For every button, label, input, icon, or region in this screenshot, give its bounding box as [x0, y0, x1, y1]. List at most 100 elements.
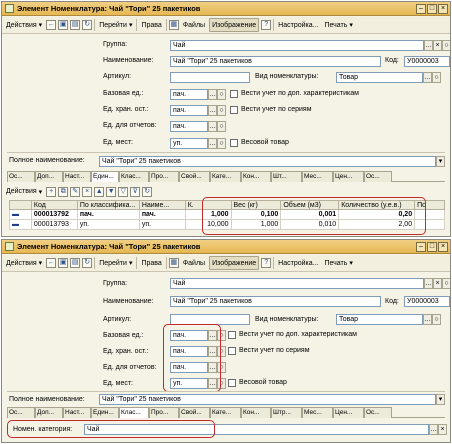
select-button[interactable]: … [423, 72, 432, 83]
tab-main[interactable]: Ос... [7, 407, 35, 418]
tab-barcodes[interactable]: Шт... [271, 171, 302, 182]
save-icon[interactable]: ▣ [58, 20, 69, 30]
tab-categories[interactable]: Кате... [210, 171, 241, 182]
open-icon[interactable]: ○ [217, 105, 226, 116]
dropdown-button[interactable]: ▾ [436, 394, 445, 405]
group-field[interactable]: Чай [170, 278, 424, 289]
tab-settings[interactable]: Наст... [63, 171, 91, 182]
select-button[interactable]: … [423, 314, 432, 325]
grid-actions-menu[interactable]: Действия ▾ [4, 185, 44, 199]
tab-props[interactable]: Свой... [179, 171, 210, 182]
write-icon[interactable]: ▤ [70, 20, 81, 30]
clear-icon[interactable]: × [438, 424, 447, 435]
select-button[interactable]: … [208, 105, 217, 116]
tab-prices[interactable]: Цен... [333, 171, 364, 182]
tab-remains[interactable]: Ос... [364, 171, 392, 182]
select-button[interactable]: … [429, 424, 438, 435]
column-header[interactable]: Код [30, 200, 78, 210]
report-unit-field[interactable]: пач. [170, 121, 208, 132]
tab-properties[interactable]: Про... [149, 407, 179, 418]
print-menu[interactable]: Печать ▾ [322, 256, 354, 270]
dropdown-button[interactable]: ▾ [436, 156, 445, 167]
actions-menu[interactable]: Действия ▾ [4, 18, 44, 32]
article-field[interactable] [170, 72, 250, 83]
open-icon[interactable]: ○ [442, 40, 450, 51]
minimize-button[interactable]: – [416, 241, 426, 252]
column-header[interactable]: По классифика... [76, 200, 140, 210]
minimize-button[interactable]: – [416, 3, 426, 14]
refresh-icon[interactable]: ↻ [82, 20, 93, 30]
open-icon[interactable]: ○ [432, 72, 441, 83]
characteristics-checkbox[interactable] [230, 90, 238, 98]
column-header[interactable]: Наиме... [138, 200, 186, 210]
image-button[interactable]: Изображение [209, 18, 260, 32]
clear-icon[interactable]: × [433, 40, 442, 51]
select-button[interactable]: … [424, 40, 433, 51]
refresh-icon[interactable]: ↻ [142, 186, 153, 197]
files-button[interactable]: Файлы [181, 256, 207, 270]
select-button[interactable]: … [208, 89, 217, 100]
tab-classifiers[interactable]: Клас... [119, 407, 149, 418]
settings-button[interactable]: Настройка... [276, 18, 320, 32]
goto-menu[interactable]: Перейти ▾ [97, 18, 134, 32]
table-cell[interactable]: пач. [76, 209, 140, 220]
help-icon[interactable]: ? [261, 258, 272, 268]
back-icon[interactable]: ← [46, 20, 57, 30]
select-button[interactable]: … [208, 138, 217, 149]
tab-classifiers[interactable]: Клас... [119, 171, 149, 182]
clear-icon[interactable]: × [433, 278, 442, 289]
tab-units[interactable]: Един... [91, 171, 119, 182]
copy-row-icon[interactable]: ⧉ [58, 186, 69, 197]
delete-row-icon[interactable]: × [82, 186, 93, 197]
back-icon[interactable]: ← [46, 258, 57, 268]
tab-additional[interactable]: Доп... [35, 171, 63, 182]
goto-menu[interactable]: Перейти ▾ [97, 256, 134, 270]
tab-prices[interactable]: Цен... [333, 407, 364, 418]
tab-places[interactable]: Мес... [302, 171, 333, 182]
move-down-icon[interactable]: ▼ [106, 186, 117, 197]
maximize-button[interactable]: □ [427, 241, 437, 252]
open-icon[interactable]: ○ [217, 121, 226, 132]
tab-main[interactable]: Ос... [7, 171, 35, 182]
kind-field[interactable]: Товар [336, 314, 423, 325]
weight-checkbox[interactable] [230, 139, 238, 147]
table-cell[interactable]: уп. [138, 219, 186, 230]
close-button[interactable]: × [438, 241, 448, 252]
place-unit-field[interactable]: уп. [170, 138, 208, 149]
table-cell[interactable]: уп. [76, 219, 140, 230]
series-checkbox[interactable] [230, 106, 238, 114]
kind-field[interactable]: Товар [336, 72, 423, 83]
files-button[interactable]: Файлы [181, 18, 207, 32]
base-unit-field[interactable]: пач. [170, 89, 208, 100]
tab-additional[interactable]: Доп... [35, 407, 63, 418]
rights-button[interactable]: Права [139, 18, 163, 32]
tab-units[interactable]: Един... [91, 407, 119, 418]
maximize-button[interactable]: □ [427, 3, 437, 14]
write-icon[interactable]: ▤ [70, 258, 81, 268]
settings-button[interactable]: Настройка... [276, 256, 320, 270]
series-checkbox[interactable] [228, 347, 236, 355]
fullname-field[interactable]: Чай "Тори" 25 пакетиков [99, 156, 436, 167]
help-icon[interactable]: ? [261, 20, 272, 30]
refresh-icon[interactable]: ↻ [82, 258, 93, 268]
tab-remains[interactable]: Ос... [364, 407, 392, 418]
characteristics-checkbox[interactable] [228, 331, 236, 339]
save-icon[interactable]: ▣ [58, 258, 69, 268]
add-row-icon[interactable]: + [46, 186, 57, 197]
select-button[interactable]: … [208, 121, 217, 132]
weight-checkbox[interactable] [228, 379, 236, 387]
clear-filter-icon[interactable]: ⊽ [130, 186, 141, 197]
table-cell[interactable]: 000013793 [30, 219, 78, 230]
image-button[interactable]: Изображение [209, 256, 260, 270]
open-icon[interactable]: ○ [442, 278, 450, 289]
tab-places[interactable]: Мес... [302, 407, 333, 418]
edit-row-icon[interactable]: ✎ [70, 186, 81, 197]
group-field[interactable]: Чай [170, 40, 424, 51]
tab-barcodes[interactable]: Штр... [271, 407, 302, 418]
open-icon[interactable]: ○ [432, 314, 441, 325]
filter-icon[interactable]: ▽ [118, 186, 129, 197]
storage-unit-field[interactable]: пач. [170, 105, 208, 116]
select-button[interactable]: … [424, 278, 433, 289]
move-up-icon[interactable]: ▲ [94, 186, 105, 197]
tab-contacts[interactable]: Кон... [241, 171, 271, 182]
